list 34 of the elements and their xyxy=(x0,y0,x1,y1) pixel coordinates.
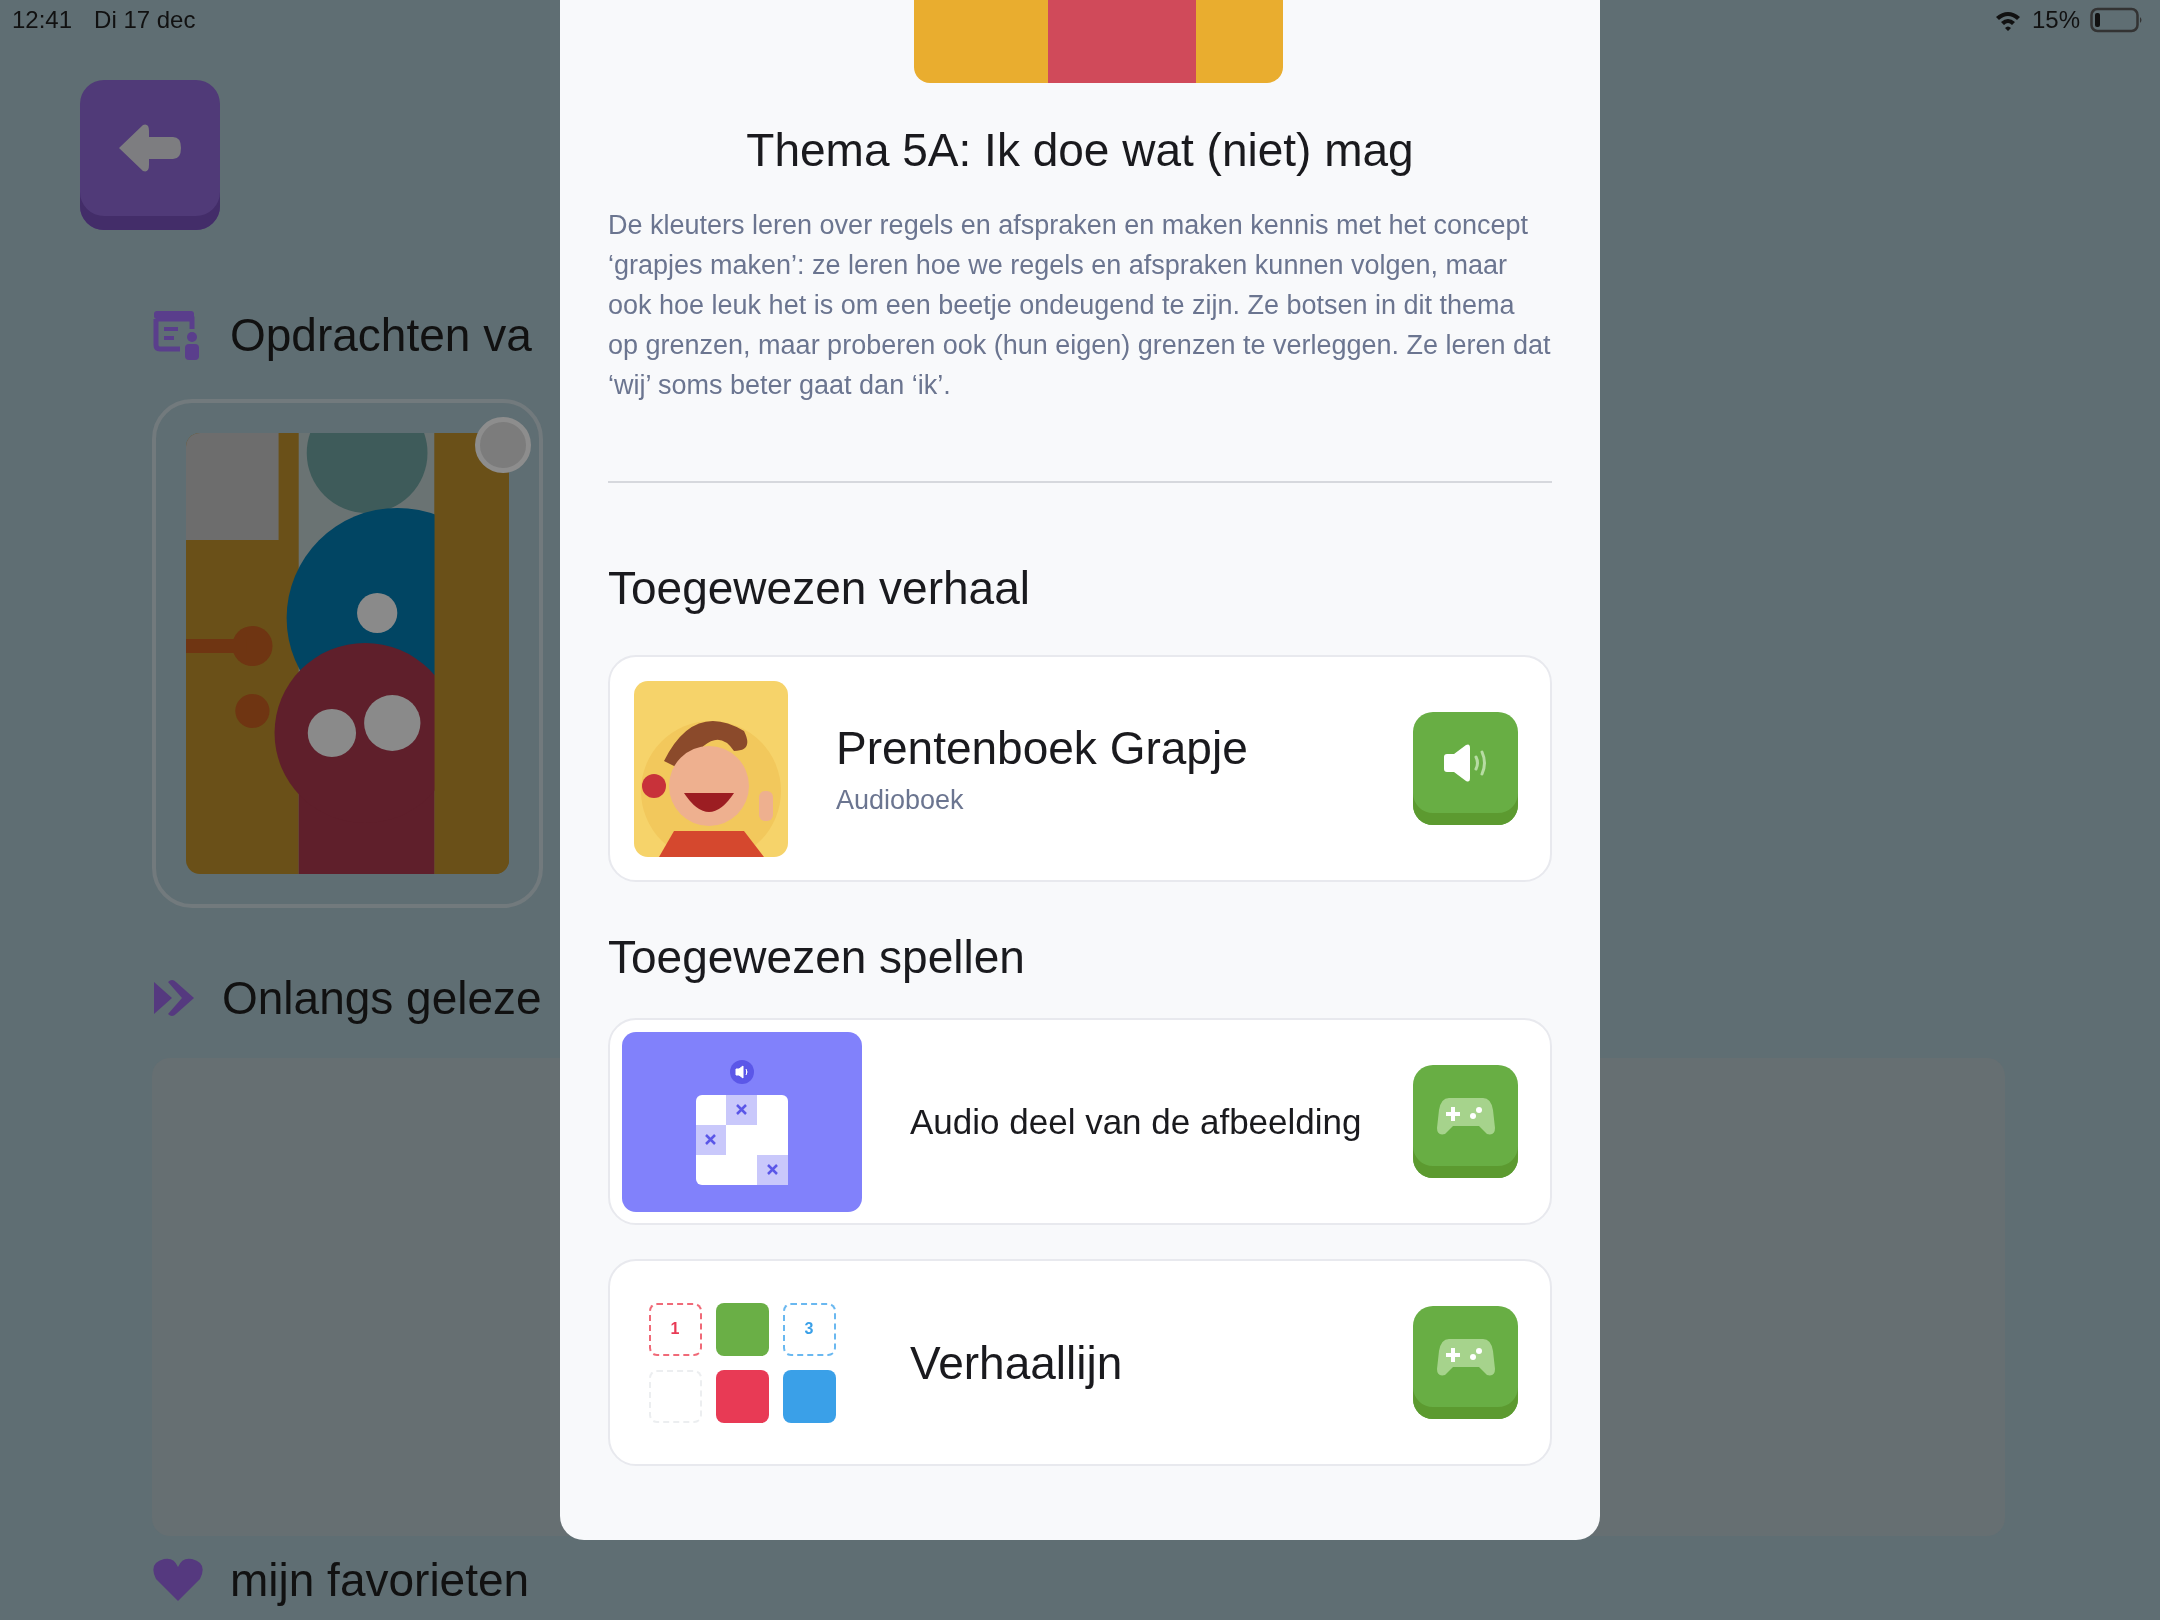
section-title: Opdrachten va xyxy=(230,308,532,362)
play-game-button[interactable] xyxy=(1413,1065,1518,1178)
story-tile xyxy=(715,1369,769,1423)
story-type: Audioboek xyxy=(836,785,965,816)
play-audio-button[interactable] xyxy=(1413,712,1518,825)
battery-icon xyxy=(2090,7,2144,33)
story-title: Prentenboek Grapje xyxy=(836,721,1249,775)
story-card[interactable]: Prentenboek Grapje Audioboek xyxy=(608,655,1552,882)
game-title: Audio deel van de afbeelding xyxy=(910,1101,1363,1142)
battery-percent: 15% xyxy=(2031,6,2080,34)
game-title: Verhaallijn xyxy=(910,1335,1124,1390)
story-tile xyxy=(715,1302,769,1356)
section-heading: Toegewezen spellen xyxy=(608,930,1026,984)
story-tile xyxy=(782,1369,836,1423)
status-time: 12:41 xyxy=(12,6,73,34)
section-title: mijn favorieten xyxy=(230,1553,530,1607)
double-chevron-icon xyxy=(152,978,196,1018)
arrow-left-icon xyxy=(117,123,183,173)
book-card[interactable] xyxy=(152,399,543,908)
section-heading: Toegewezen verhaal xyxy=(608,561,1031,615)
gamepad-icon xyxy=(1436,1336,1495,1377)
play-game-button[interactable] xyxy=(1413,1306,1518,1419)
game-card[interactable]: Audio deel van de afbeelding xyxy=(608,1018,1552,1225)
select-circle[interactable] xyxy=(475,417,531,473)
back-button[interactable] xyxy=(80,80,220,230)
section-title: Onlangs geleze xyxy=(222,971,542,1025)
number-slot: 3 xyxy=(782,1302,836,1356)
game-card[interactable]: 1 3 Verhaallijn xyxy=(608,1259,1552,1466)
heart-icon xyxy=(152,1557,204,1603)
modal-title: Thema 5A: Ik doe wat (niet) mag xyxy=(745,123,1415,177)
number-slot: 1 xyxy=(648,1302,702,1356)
status-date: Di 17 dec xyxy=(94,6,196,34)
theme-description: De kleuters leren over regels en afspraken en maken kennis met het concept ‘grapjes maken’: ze leren hoe we regels en afspraken kunnen volgen, maar ook hoe leuk het is om een beetje ondeugend te zijn. Ze botsen in dit thema op grenzen, maar proberen ook (hun eigen) grenzen te verleggen. Ze leren dat ‘wij’ soms beter gaat dan ‘ik’. xyxy=(608,209,1552,402)
gamepad-icon xyxy=(1436,1095,1495,1136)
